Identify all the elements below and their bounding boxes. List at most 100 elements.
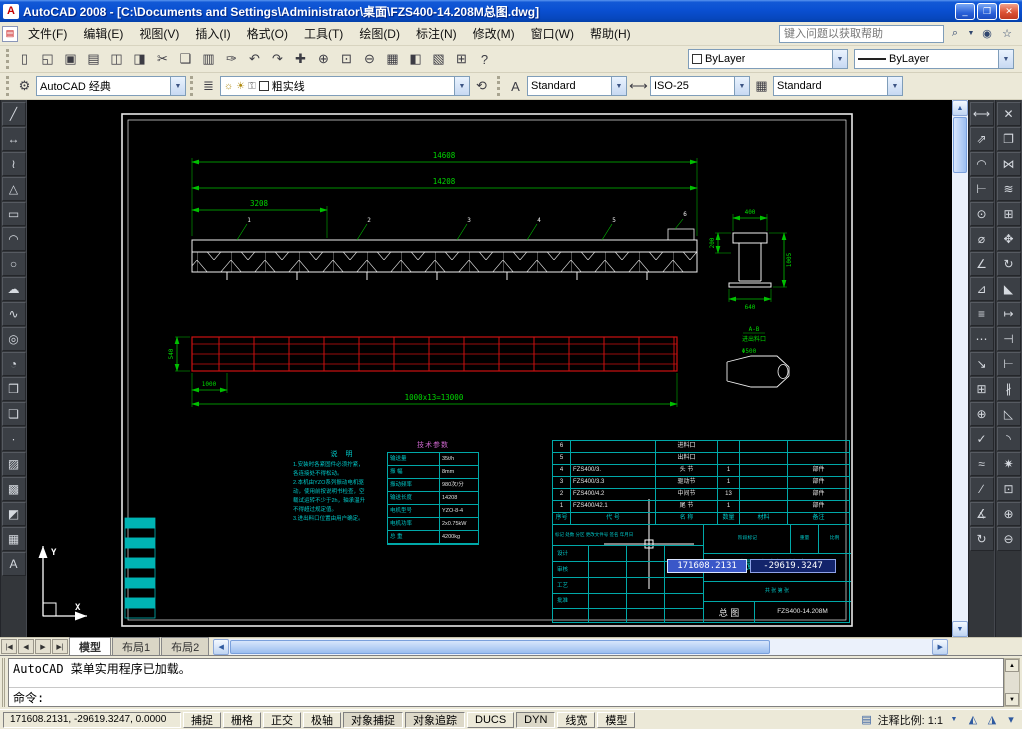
dim-radius-button[interactable]: ⊙ (970, 202, 994, 226)
quickcalc-button[interactable]: ⊞ (450, 48, 473, 70)
restore-button[interactable]: ❐ (977, 3, 997, 20)
tab-last-button[interactable]: ▶| (52, 639, 68, 654)
tab-prev-button[interactable]: ◀ (18, 639, 34, 654)
tab-model[interactable]: 模型 (69, 637, 111, 657)
dropdown-arrow-icon[interactable]: ▼ (170, 77, 185, 95)
menu-item[interactable]: 视图(V) (131, 21, 187, 46)
hatch-tool[interactable]: ▨ (2, 452, 26, 476)
command-input-line[interactable]: 命令: (9, 688, 1003, 706)
extend-button[interactable]: ⊢ (997, 352, 1021, 376)
copy-button[interactable]: ❑ (174, 48, 197, 70)
ortho-toggle[interactable]: 正交 (263, 712, 301, 728)
linetype-control-combo[interactable]: ByLayer ▼ (854, 49, 1014, 69)
osnap-toggle[interactable]: 对象捕捉 (343, 712, 403, 728)
dim-continue-button[interactable]: ⋯ (970, 327, 994, 351)
qnew-button[interactable]: ▯ (13, 48, 36, 70)
menu-item[interactable]: 插入(I) (187, 21, 238, 46)
dim-linear-button[interactable]: ⟷ (970, 102, 994, 126)
coordinate-display[interactable]: 171608.2131, -29619.3247, 0.0000 (3, 712, 181, 728)
layer-combo[interactable]: ☼ ☀ ⚿ 粗实线 ▼ (220, 76, 470, 96)
pan-button[interactable]: ✚ (289, 48, 312, 70)
dim-leader-button[interactable]: ↘ (970, 352, 994, 376)
line-tool[interactable]: ╱ (2, 102, 26, 126)
gradient-tool[interactable]: ▩ (2, 477, 26, 501)
dropdown-arrow-icon[interactable]: ▼ (454, 77, 469, 95)
dropdown-arrow-icon[interactable]: ▼ (734, 77, 749, 95)
table-style-combo[interactable]: Standard ▼ (773, 76, 903, 96)
tab-layout1[interactable]: 布局1 (112, 637, 160, 657)
command-history[interactable]: AutoCAD 菜单实用程序已加载。 (9, 659, 1003, 688)
menu-item[interactable]: 绘图(D) (351, 21, 408, 46)
command-scroll-up[interactable]: ▲ (1005, 659, 1019, 672)
menu-item[interactable]: 文件(F) (20, 21, 75, 46)
dim-arc-length-button[interactable]: ◠ (970, 152, 994, 176)
dim-style-combo[interactable]: ISO-25 ▼ (650, 76, 750, 96)
grid-toggle[interactable]: 栅格 (223, 712, 261, 728)
dim-text-angle-button[interactable]: ∡ (970, 502, 994, 526)
dim-jog-button[interactable]: ≈ (970, 452, 994, 476)
make-block-tool[interactable]: ❏ (2, 402, 26, 426)
save-button[interactable]: ▣ (59, 48, 82, 70)
plot-preview-button[interactable]: ◫ (105, 48, 128, 70)
model-toggle[interactable]: 模型 (597, 712, 635, 728)
layer-lock-icon[interactable]: ⚿ (248, 81, 256, 92)
command-window-grip[interactable] (2, 658, 6, 707)
snap-toggle[interactable]: 捕捉 (183, 712, 221, 728)
circle-tool[interactable]: ○ (2, 252, 26, 276)
menu-item[interactable]: 修改(M) (465, 21, 523, 46)
document-icon[interactable]: ▤ (2, 26, 18, 42)
dim-aligned-button[interactable]: ⇗ (970, 127, 994, 151)
ellipse-arc-tool[interactable]: ◔ (2, 352, 26, 376)
drawing-canvas[interactable]: 1 2 3 4 5 6 14608 14208 3208 (27, 100, 952, 637)
dim-inspect-button[interactable]: ✓ (970, 427, 994, 451)
scroll-up-button[interactable]: ▲ (952, 100, 968, 116)
move-button[interactable]: ✥ (997, 227, 1021, 251)
polygon-tool[interactable]: △ (2, 177, 26, 201)
vertical-scrollbar[interactable]: ▲ ▼ (952, 100, 968, 637)
point-tool[interactable]: ∙ (2, 427, 26, 451)
menu-item[interactable]: 窗口(W) (523, 21, 582, 46)
plot-button[interactable]: ▤ (82, 48, 105, 70)
tool-palettes-button[interactable]: ▧ (427, 48, 450, 70)
layer-states-button[interactable]: ⟲ (470, 75, 493, 97)
zoom-realtime-button[interactable]: ⊕ (312, 48, 335, 70)
undo-button[interactable]: ↶ (243, 48, 266, 70)
annotation-autoscale-icon[interactable]: ◮ (984, 712, 1000, 728)
command-scrollbar[interactable]: ▲ ▼ (1004, 658, 1020, 707)
favorites-star-icon[interactable]: ☆ (998, 25, 1016, 43)
layer-properties-button[interactable]: ≣ (197, 75, 220, 97)
tab-layout2[interactable]: 布局2 (161, 637, 209, 657)
scroll-down-button[interactable]: ▼ (952, 621, 968, 637)
scale-button[interactable]: ◣ (997, 277, 1021, 301)
dim-style-button[interactable]: ⟷ (627, 75, 650, 97)
dropdown-arrow-icon[interactable]: ▼ (998, 50, 1013, 68)
menu-item[interactable]: 格式(O) (239, 21, 296, 46)
dim-oblique-button[interactable]: ∕ (970, 477, 994, 501)
explode-button[interactable]: ✷ (997, 452, 1021, 476)
workspace-combo[interactable]: AutoCAD 经典 ▼ (36, 76, 186, 96)
arc-tool[interactable]: ◠ (2, 227, 26, 251)
dim-baseline-button[interactable]: ≡ (970, 302, 994, 326)
dropdown-arrow-icon[interactable]: ▼ (832, 50, 847, 68)
dim-angular-button[interactable]: ∠ (970, 252, 994, 276)
tab-first-button[interactable]: |◀ (1, 639, 17, 654)
horizontal-scrollbar[interactable]: ◀ ▶ (213, 639, 948, 655)
cut-button[interactable]: ✂ (151, 48, 174, 70)
color-control-combo[interactable]: ByLayer ▼ (688, 49, 848, 69)
help-search-input[interactable] (779, 25, 944, 43)
minimize-button[interactable]: _ (955, 3, 975, 20)
command-scroll-down[interactable]: ▼ (1005, 693, 1019, 706)
dim-tolerance-button[interactable]: ⊞ (970, 377, 994, 401)
spline-tool[interactable]: ∿ (2, 302, 26, 326)
text-style-button[interactable]: A (504, 75, 527, 97)
zoom-in-button[interactable]: ⊕ (997, 502, 1021, 526)
workspace-settings-button[interactable]: ⚙ (13, 75, 36, 97)
break-button[interactable]: ∦ (997, 377, 1021, 401)
search-dropdown-arrow[interactable]: ▼ (966, 25, 976, 43)
dropdown-arrow-icon[interactable]: ▼ (887, 77, 902, 95)
otrack-toggle[interactable]: 对象追踪 (405, 712, 465, 728)
toolbar-grip[interactable] (497, 76, 500, 96)
open-button[interactable]: ◱ (36, 48, 59, 70)
ellipse-tool[interactable]: ◎ (2, 327, 26, 351)
layer-freeze-icon[interactable]: ☀ (236, 81, 245, 92)
